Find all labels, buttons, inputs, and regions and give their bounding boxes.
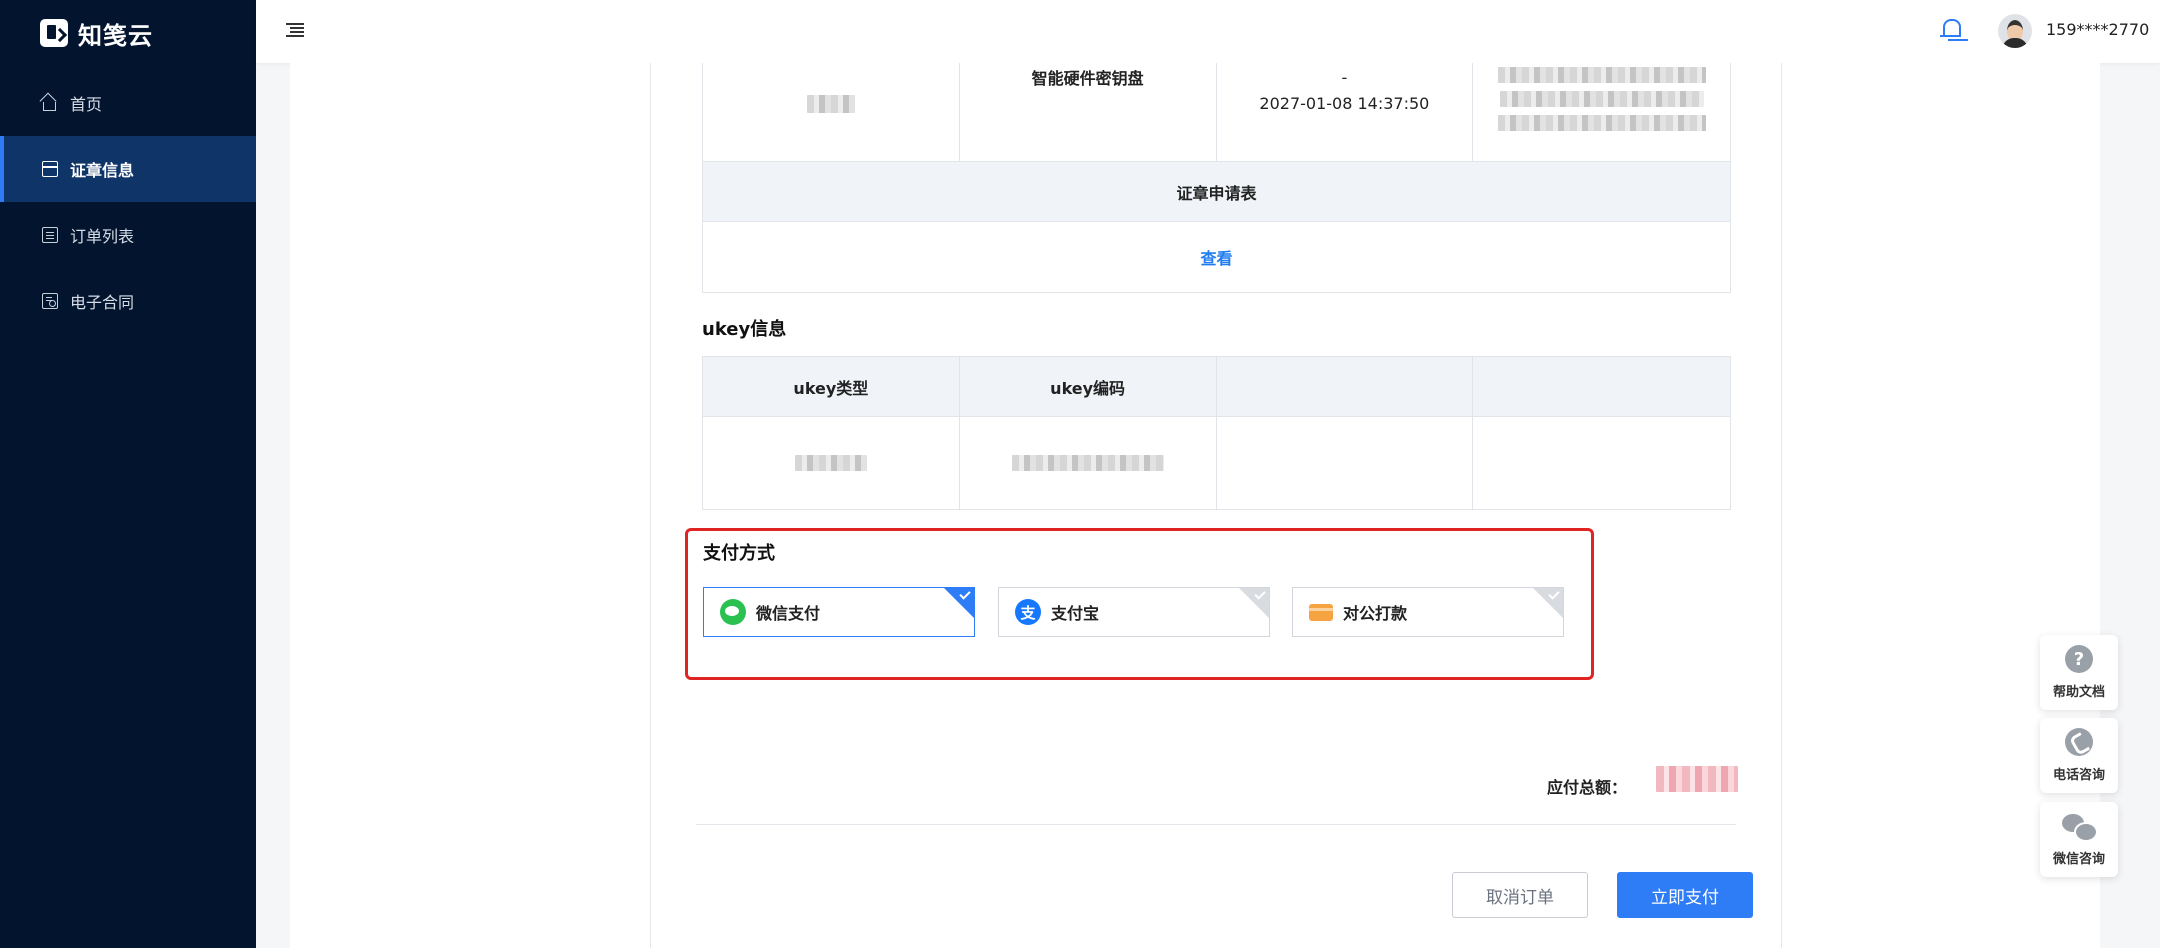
table-row: 证章申请表 (703, 162, 1730, 222)
cancel-order-button[interactable]: 取消订单 (1452, 872, 1588, 918)
payment-option-label: 对公打款 (1343, 604, 1408, 623)
table-row: 查看 (703, 222, 1730, 293)
sidebar-nav: 首页 证章信息 订单列表 电子合同 (0, 70, 256, 334)
divider (696, 824, 1736, 825)
ukey-type-value: 智能硬件密钥盘 (1031, 69, 1144, 88)
payment-section-title: 支付方式 (703, 543, 775, 564)
redacted-value (1499, 91, 1704, 107)
redacted-value (1497, 67, 1706, 83)
username[interactable]: 159****2770 (2046, 20, 2149, 39)
logo-icon (40, 19, 68, 47)
table-cell (1473, 417, 1730, 509)
table-header-row: ukey类型 ukey编码 (703, 357, 1730, 417)
widget-label: 电话咨询 (2052, 768, 2105, 783)
notification-bell-icon[interactable] (1940, 17, 1962, 43)
content-background (290, 63, 650, 948)
table-cell: - 2027-01-08 14:37:50 (1217, 63, 1474, 161)
widget-label: 帮助文档 (2052, 685, 2105, 700)
column-header (1217, 357, 1474, 416)
sidebar-item-label: 证章信息 (70, 161, 135, 180)
menu-collapse-icon[interactable] (286, 22, 304, 38)
table-row: 智能硬件密钥盘 - 2027-01-08 14:37:50 (703, 63, 1730, 162)
calendar-icon (42, 161, 58, 177)
sidebar-item-label: 首页 (70, 95, 103, 114)
sidebar-item-orders[interactable]: 订单列表 (0, 202, 256, 268)
total-amount-label: 应付总额： (1547, 778, 1628, 797)
payment-option-label: 微信支付 (756, 604, 821, 623)
top-header: 159****2770 (256, 0, 2160, 63)
avatar[interactable] (1998, 14, 2032, 48)
list-icon (42, 227, 58, 243)
help-docs-widget[interactable]: ? 帮助文档 (2040, 635, 2118, 710)
bank-transfer-icon (1309, 603, 1333, 621)
phone-icon (2065, 728, 2093, 756)
order-detail-card: 智能硬件密钥盘 - 2027-01-08 14:37:50 证章申请表 查看 u… (650, 63, 1782, 948)
sidebar: 知笺云 首页 证章信息 订单列表 电子合同 (0, 0, 256, 948)
application-form-header: 证章申请表 (1176, 183, 1257, 203)
redacted-value (806, 95, 855, 113)
certificate-table: 智能硬件密钥盘 - 2027-01-08 14:37:50 证章申请表 查看 (702, 63, 1731, 293)
help-icon: ? (2065, 645, 2093, 673)
wechat-pay-icon (720, 599, 746, 625)
validity-start: - (1341, 68, 1348, 87)
view-application-link[interactable]: 查看 (703, 222, 1730, 292)
payment-option-wechat[interactable]: 微信支付 (703, 587, 975, 637)
sidebar-item-contracts[interactable]: 电子合同 (0, 268, 256, 334)
table-cell (703, 417, 960, 509)
table-cell (960, 417, 1217, 509)
redacted-value (1497, 115, 1706, 131)
column-header (1473, 357, 1730, 416)
payment-option-bank-transfer[interactable]: 对公打款 (1292, 587, 1564, 637)
table-cell: 智能硬件密钥盘 (960, 63, 1217, 161)
brand-logo[interactable]: 知笺云 (40, 16, 153, 50)
table-cell (1473, 63, 1730, 161)
wechat-consult-widget[interactable]: 微信咨询 (2040, 802, 2118, 877)
wechat-chat-icon (2062, 812, 2098, 842)
redacted-value (794, 455, 867, 471)
pay-now-button[interactable]: 立即支付 (1617, 872, 1753, 918)
brand-name: 知笺云 (78, 21, 153, 50)
table-cell (1217, 417, 1474, 509)
total-amount-value (1656, 766, 1738, 792)
table-row (703, 417, 1730, 510)
payment-option-alipay[interactable]: 支 支付宝 (998, 587, 1270, 637)
payment-method-section: 支付方式 微信支付 支 支付宝 对公打款 (685, 528, 1594, 680)
contract-icon (42, 293, 58, 309)
column-header: ukey类型 (703, 357, 960, 416)
alipay-icon: 支 (1015, 599, 1041, 625)
payment-option-label: 支付宝 (1051, 604, 1100, 623)
sidebar-item-label: 电子合同 (70, 293, 135, 312)
widget-label: 微信咨询 (2052, 852, 2105, 867)
sidebar-item-home[interactable]: 首页 (0, 70, 256, 136)
sidebar-item-label: 订单列表 (70, 227, 135, 246)
home-icon (43, 102, 56, 111)
validity-end: 2027-01-08 14:37:50 (1259, 94, 1430, 113)
redacted-value (1011, 455, 1164, 471)
sidebar-item-certificates[interactable]: 证章信息 (0, 136, 256, 202)
phone-consult-widget[interactable]: 电话咨询 (2040, 718, 2118, 793)
table-cell (703, 63, 960, 161)
ukey-table: ukey类型 ukey编码 (702, 356, 1731, 510)
ukey-section-title: ukey信息 (702, 319, 787, 340)
column-header: ukey编码 (960, 357, 1217, 416)
